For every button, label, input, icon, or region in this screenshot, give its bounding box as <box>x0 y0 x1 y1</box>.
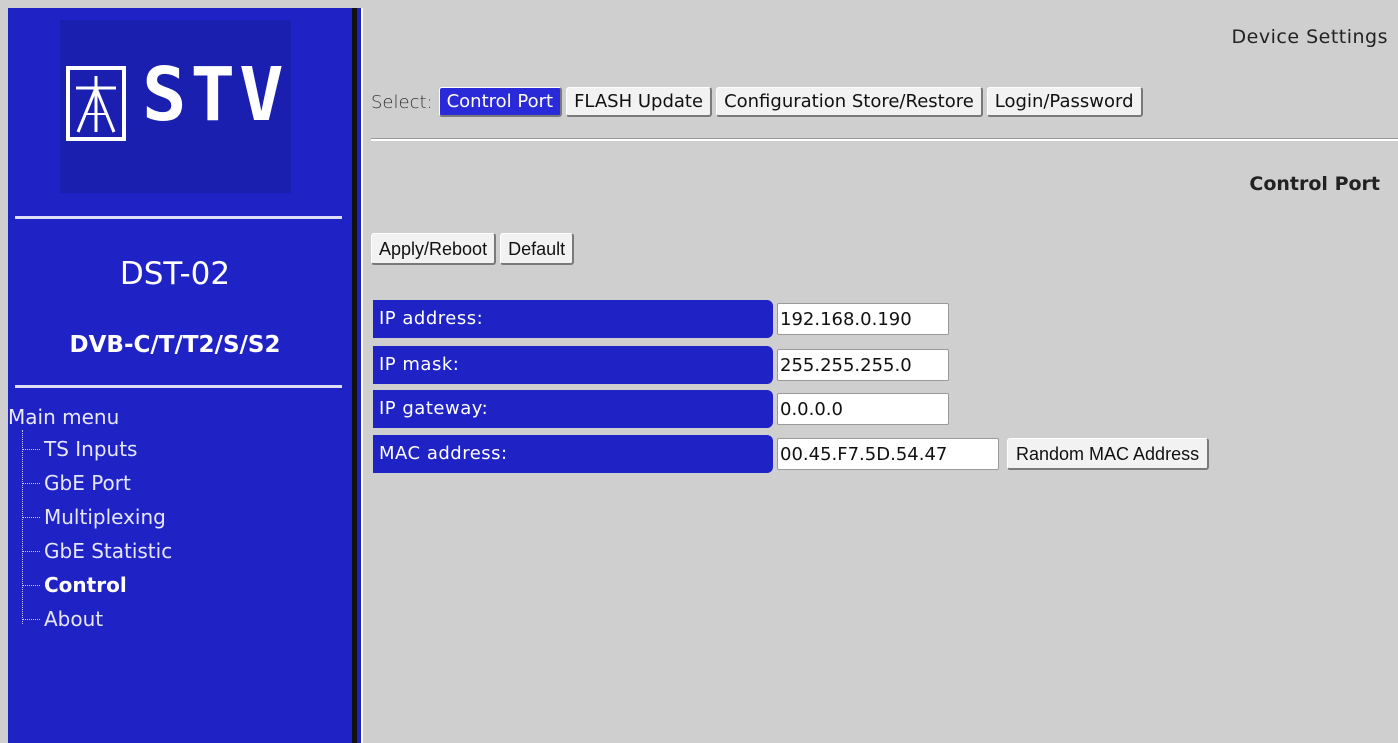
logo-text: STV <box>142 52 288 138</box>
menu-item-multiplexing[interactable]: Multiplexing <box>8 500 172 534</box>
logo-mark-icon <box>66 66 126 141</box>
device-name: DST-02 <box>119 256 231 292</box>
page-title: Device Settings <box>1231 26 1388 48</box>
tab-configuration-store-restore[interactable]: Configuration Store/Restore <box>716 87 983 117</box>
menu-item-ts-inputs[interactable]: TS Inputs <box>8 432 172 466</box>
apply-reboot-button[interactable]: Apply/Reboot <box>371 233 497 265</box>
menu-item-label: About <box>44 607 104 631</box>
menu-title: Main menu <box>8 405 120 429</box>
tab-control-port[interactable]: Control Port <box>438 87 563 117</box>
menu-item-control[interactable]: Control <box>8 568 172 602</box>
mac-address-label: MAC address: <box>373 435 773 473</box>
menu-item-label: Multiplexing <box>44 505 166 529</box>
tab-login-password[interactable]: Login/Password <box>986 87 1143 117</box>
ip-address-label: IP address: <box>373 300 773 338</box>
ip-gateway-label: IP gateway: <box>373 390 773 428</box>
mac-address-row: MAC address: Random MAC Address <box>373 434 1210 474</box>
frame-divider-highlight <box>361 8 363 743</box>
menu-item-label: TS Inputs <box>44 437 138 461</box>
settings-tab-bar: Select: Control Port FLASH Update Config… <box>371 87 1147 117</box>
device-type: DVB-C/T/T2/S/S2 <box>69 332 281 358</box>
logo: STV <box>60 20 291 193</box>
menu-item-gbe-port[interactable]: GbE Port <box>8 466 172 500</box>
ip-mask-row: IP mask: <box>373 345 949 385</box>
sidebar-divider-bottom <box>15 385 342 388</box>
section-title: Control Port <box>1249 173 1380 195</box>
menu-item-about[interactable]: About <box>8 602 172 636</box>
select-label: Select: <box>371 91 433 113</box>
default-button[interactable]: Default <box>500 233 575 265</box>
sidebar: STV DST-02 DVB-C/T/T2/S/S2 Main menu TS … <box>8 8 361 743</box>
ip-address-input[interactable] <box>777 303 949 335</box>
random-mac-address-button[interactable]: Random MAC Address <box>1007 438 1210 470</box>
ip-address-row: IP address: <box>373 299 949 339</box>
menu-item-label: GbE Statistic <box>44 539 173 563</box>
frame-divider[interactable] <box>352 8 357 743</box>
ip-mask-input[interactable] <box>777 349 949 381</box>
main-menu-tree: TS Inputs GbE Port Multiplexing GbE Stat… <box>8 430 172 636</box>
menu-item-gbe-statistic[interactable]: GbE Statistic <box>8 534 172 568</box>
sidebar-divider-top <box>15 216 342 219</box>
ip-gateway-row: IP gateway: <box>373 389 949 429</box>
ip-gateway-input[interactable] <box>777 393 949 425</box>
section-divider <box>371 139 1398 141</box>
action-buttons: Apply/Reboot Default <box>371 233 578 265</box>
mac-address-input[interactable] <box>777 438 999 470</box>
menu-item-label: Control <box>44 573 127 597</box>
ip-mask-label: IP mask: <box>373 346 773 384</box>
menu-item-label: GbE Port <box>44 471 131 495</box>
tab-flash-update[interactable]: FLASH Update <box>566 87 713 117</box>
